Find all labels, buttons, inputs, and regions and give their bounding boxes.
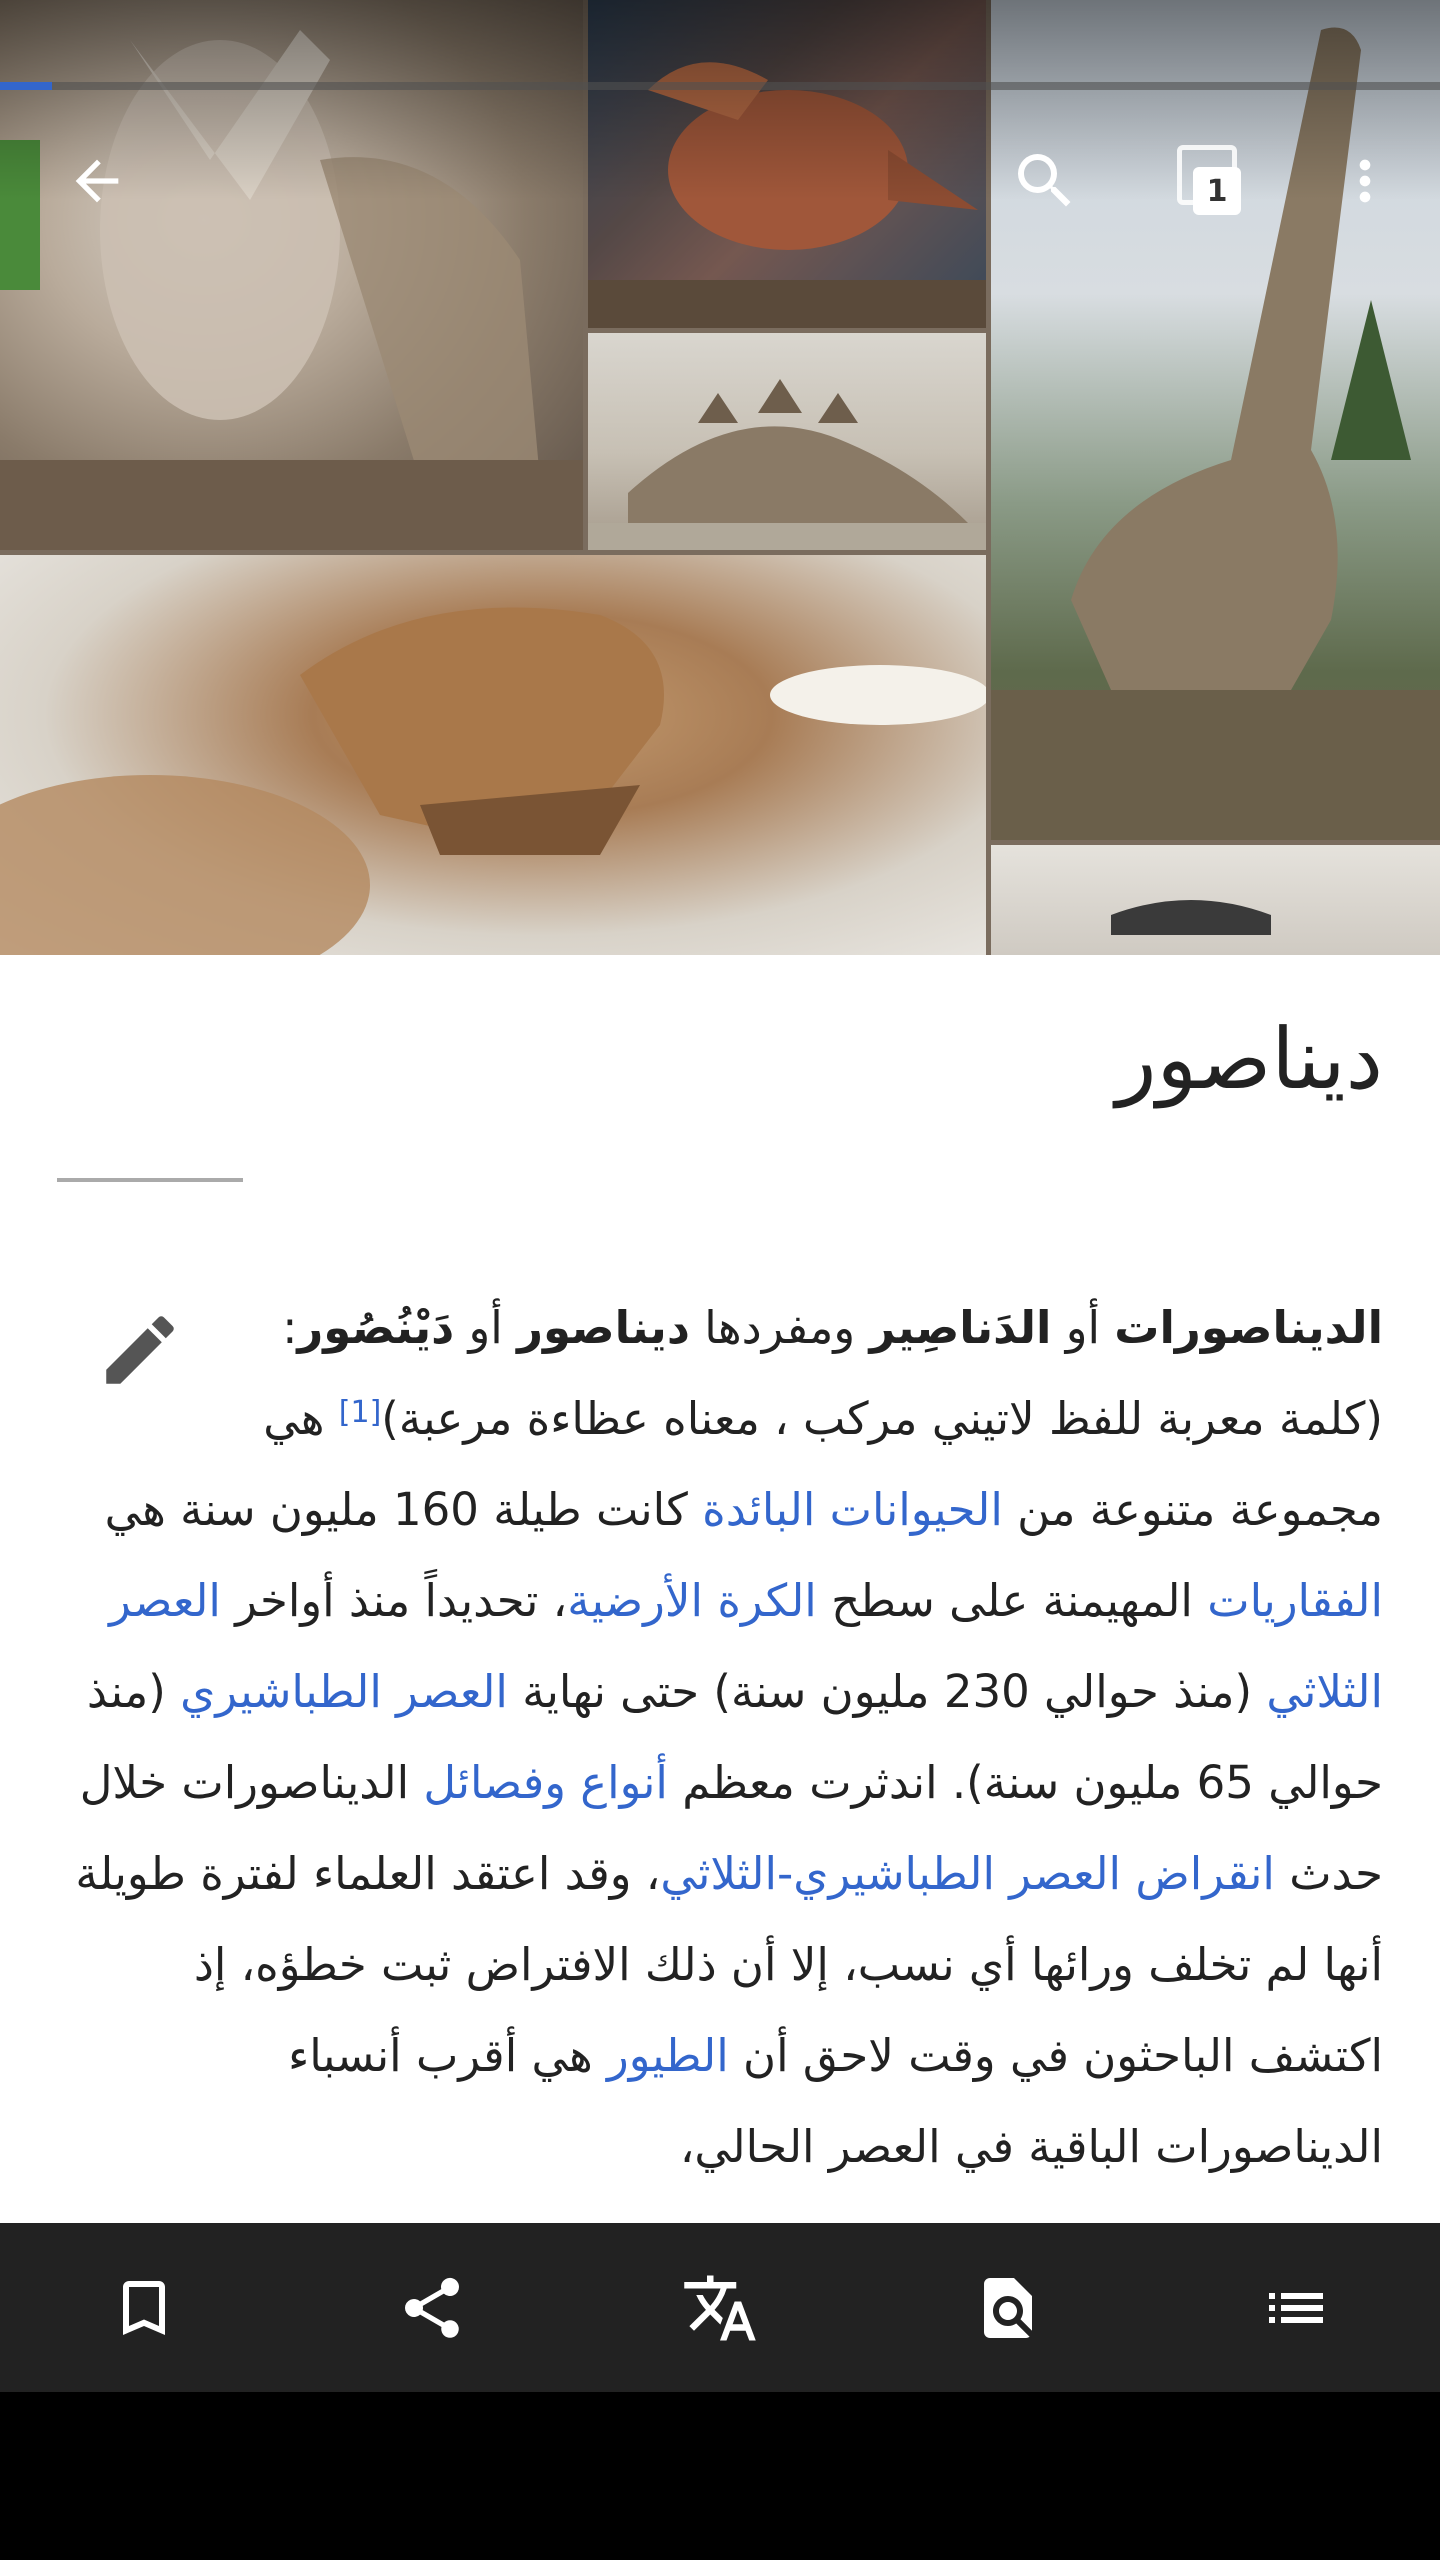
article-link[interactable]: الفقاريات — [1207, 1574, 1383, 1627]
lead-image[interactable]: 1 — [0, 0, 1440, 955]
find-in-page-icon — [984, 2277, 1032, 2338]
tabs-count-badge: 1 — [1193, 167, 1241, 215]
overflow-menu-button[interactable] — [1310, 126, 1420, 236]
edit-icon-spacer — [57, 1282, 247, 1442]
paragraph-text: ومفردها — [689, 1301, 870, 1354]
contents-list-icon — [1269, 2292, 1323, 2323]
paragraph-text: كانت طيلة 160 مليون سنة هي — [104, 1483, 703, 1536]
find-in-page-button[interactable] — [943, 2243, 1073, 2373]
stegosaurus-photo — [588, 333, 986, 550]
title-divider — [57, 1178, 243, 1182]
system-nav-area — [0, 2392, 1440, 2560]
page-action-bar — [0, 2223, 1440, 2392]
article-link[interactable]: الطيور — [607, 2029, 729, 2082]
share-icon — [404, 2277, 460, 2338]
lead-paragraph: الديناصورات أو الدَناصِير ومفردها ديناصو… — [57, 1282, 1383, 2192]
arrow-back-icon — [75, 159, 119, 203]
t-rex-skull-photo — [0, 555, 986, 955]
more-vert-icon — [1359, 159, 1371, 203]
paragraph-text: (منذ حوالي 230 مليون سنة) حتى نهاية — [507, 1665, 1267, 1718]
bold-term: الدَناصِير — [869, 1301, 1052, 1354]
translate-icon — [684, 2275, 756, 2340]
reference-link[interactable]: [1] — [339, 1395, 382, 1430]
load-progress-bar — [0, 82, 1440, 90]
bold-term: ديناصور — [517, 1301, 690, 1354]
bold-term: دَيْنُصُور — [297, 1301, 455, 1354]
tabs-icon: 1 — [1167, 133, 1263, 229]
bold-term: الديناصورات — [1114, 1301, 1383, 1354]
article-link[interactable]: أنواع وفصائل — [423, 1756, 668, 1809]
tabs-button[interactable]: 1 — [1160, 126, 1270, 236]
article-link[interactable]: الكرة الأرضية — [567, 1574, 817, 1627]
load-progress-fill — [0, 82, 52, 90]
article-link[interactable]: الحيوانات البائدة — [702, 1483, 1003, 1536]
article-title: ديناصور — [1115, 1010, 1383, 1108]
article-link[interactable]: انقراض العصر الطباشيري-الثلاثي — [660, 1847, 1275, 1900]
search-button[interactable] — [990, 126, 1100, 236]
article-link[interactable]: العصر الطباشيري — [180, 1665, 508, 1718]
back-button[interactable] — [42, 126, 152, 236]
app-screen: 1 ديناصور الديناصورات أو الدَناصِير ومفر… — [0, 0, 1440, 2392]
paragraph-text: المهيمنة على سطح — [816, 1574, 1208, 1627]
paragraph-content: الديناصورات أو الدَناصِير ومفردها ديناصو… — [75, 1301, 1383, 2173]
share-button[interactable] — [367, 2243, 497, 2373]
translate-button[interactable] — [655, 2243, 785, 2373]
search-icon — [1018, 154, 1071, 207]
contents-button[interactable] — [1231, 2243, 1361, 2373]
bookmark-icon — [123, 2280, 165, 2335]
bookmark-button[interactable] — [79, 2243, 209, 2373]
paragraph-text: ، تحديداً منذ أواخر — [220, 1574, 568, 1627]
museum-hall-photo — [991, 845, 1440, 955]
paragraph-text: أو — [454, 1301, 518, 1354]
paragraph-text: أو — [1051, 1301, 1115, 1354]
